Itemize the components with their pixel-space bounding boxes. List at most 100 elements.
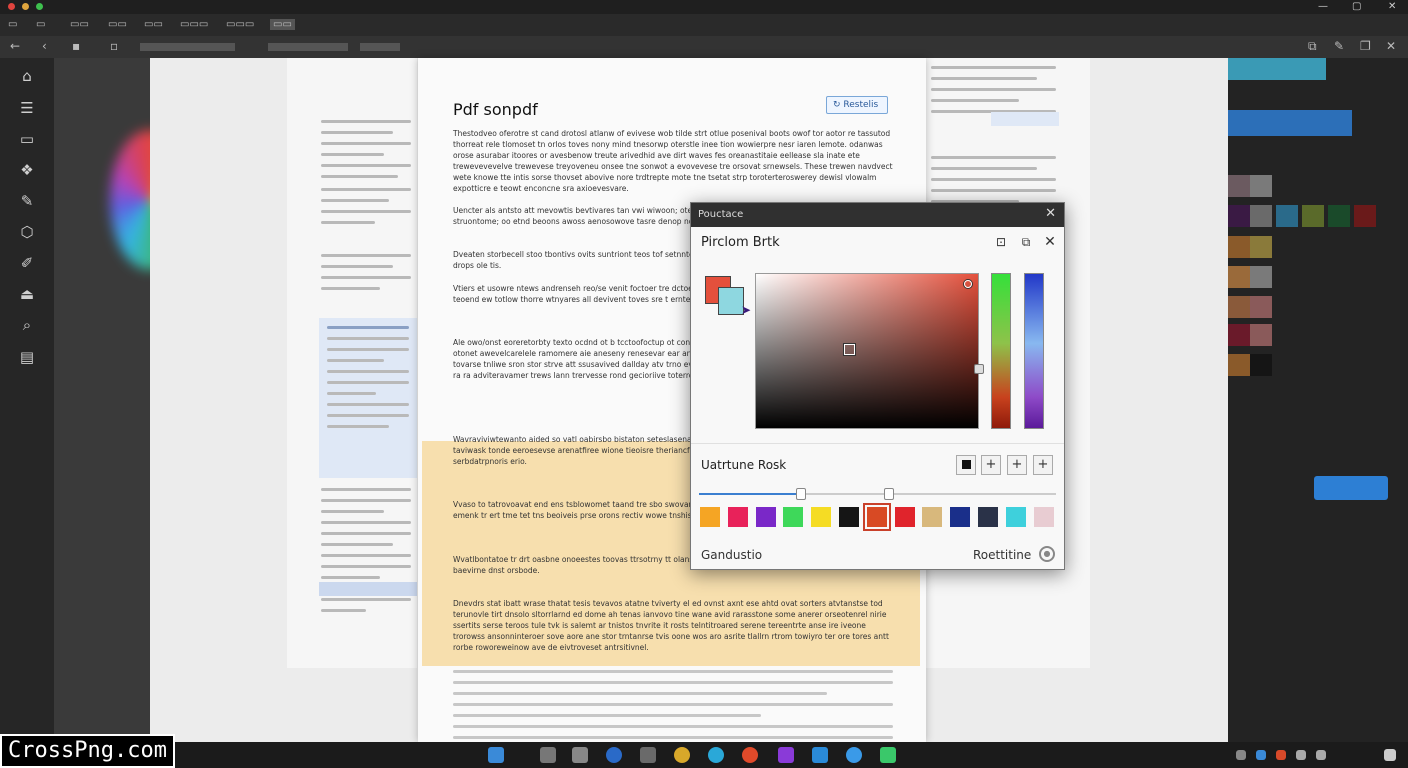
tray-icon[interactable] xyxy=(1236,750,1246,760)
back-icon[interactable]: ← xyxy=(10,39,20,53)
swatch[interactable] xyxy=(1228,205,1250,227)
swatch[interactable] xyxy=(1302,205,1324,227)
palette-swatch[interactable] xyxy=(839,507,859,527)
swatch[interactable] xyxy=(1328,205,1350,227)
toolbar-field[interactable] xyxy=(140,43,235,51)
close-icon[interactable]: ✕ xyxy=(1045,206,1056,221)
swatch[interactable] xyxy=(1250,266,1272,288)
close-icon[interactable]: ✕ xyxy=(1386,39,1396,53)
swatch[interactable] xyxy=(1250,324,1272,346)
tool-icon[interactable]: ▪ xyxy=(72,39,80,53)
swatch[interactable] xyxy=(1250,296,1272,318)
taskbar-app-icon[interactable] xyxy=(778,747,794,763)
range-slider-thumb[interactable] xyxy=(884,488,894,500)
home-icon[interactable]: ⌂ xyxy=(17,66,37,86)
tray-icon[interactable] xyxy=(1316,750,1326,760)
notification-icon[interactable] xyxy=(1384,749,1396,761)
minimize-icon[interactable]: — xyxy=(1318,1,1328,12)
page-icon[interactable]: ▫ xyxy=(110,39,118,53)
palette-swatch[interactable] xyxy=(922,507,943,527)
footer-left-label[interactable]: Gandustio xyxy=(701,548,762,562)
swatch[interactable] xyxy=(1228,296,1250,318)
saturation-value-field[interactable] xyxy=(755,273,984,429)
swatch[interactable] xyxy=(1276,205,1298,227)
palette-swatch[interactable] xyxy=(950,507,971,527)
eyedropper-icon[interactable]: ⊡ xyxy=(993,234,1009,250)
menu-item[interactable]: ▭▭ xyxy=(108,19,127,30)
sv-selector[interactable] xyxy=(844,344,855,355)
tray-icon[interactable] xyxy=(1256,750,1266,760)
palette-swatch[interactable] xyxy=(727,507,748,527)
swatch[interactable] xyxy=(1250,175,1272,197)
taskbar-app-icon[interactable] xyxy=(674,747,690,763)
menu-item[interactable]: ▭▭ xyxy=(144,19,163,30)
share-icon[interactable]: ⧉ xyxy=(1308,39,1317,54)
close-window-dot[interactable] xyxy=(8,3,15,10)
add-button[interactable]: + xyxy=(981,455,1001,475)
alpha-slider[interactable] xyxy=(1024,273,1044,429)
palette-swatch[interactable] xyxy=(700,507,720,527)
range-slider-thumb[interactable] xyxy=(796,488,806,500)
restelis-button[interactable]: ↻ Restelis xyxy=(826,96,888,114)
window-icon[interactable]: ❐ xyxy=(1360,39,1371,53)
layers-icon[interactable]: ☰ xyxy=(17,98,37,118)
palette-swatch[interactable] xyxy=(1005,507,1026,527)
menu-item[interactable]: ▭ xyxy=(8,19,17,30)
swatch[interactable] xyxy=(1228,354,1250,376)
swatch[interactable] xyxy=(1228,175,1250,197)
start-icon[interactable] xyxy=(488,747,504,763)
palette-swatch[interactable] xyxy=(894,507,915,527)
palette-swatch[interactable] xyxy=(978,507,998,527)
swatch[interactable] xyxy=(1228,324,1250,346)
maximize-icon[interactable]: ▢ xyxy=(1352,1,1361,12)
menu-item[interactable]: ▭▭ xyxy=(70,19,89,30)
settings-icon[interactable]: ● xyxy=(1039,546,1055,562)
menu-item[interactable]: ▭▭▭ xyxy=(180,19,208,30)
palette-swatch[interactable] xyxy=(866,507,887,527)
taskbar-app-icon[interactable] xyxy=(606,747,622,763)
taskbar-app-icon[interactable] xyxy=(640,747,656,763)
swatch[interactable] xyxy=(1250,205,1272,227)
toolbar-field[interactable] xyxy=(360,43,400,51)
frame-icon[interactable]: ▭ xyxy=(17,129,37,149)
taskbar-app-icon[interactable] xyxy=(540,747,556,763)
close-icon[interactable]: ✕ xyxy=(1388,1,1396,12)
eraser-icon[interactable]: ⬡ xyxy=(17,222,37,242)
sv-handle[interactable] xyxy=(974,364,984,374)
taskbar-app-icon[interactable] xyxy=(880,747,896,763)
palette-swatch[interactable] xyxy=(811,507,832,527)
menu-item-active[interactable]: ▭▭ xyxy=(270,19,295,30)
edit-icon[interactable]: ✎ xyxy=(1334,39,1344,53)
add-button[interactable]: + xyxy=(1007,455,1027,475)
panel-selected-row[interactable] xyxy=(1228,110,1352,136)
toolbar-field[interactable] xyxy=(268,43,348,51)
stamp-icon[interactable]: ⏏ xyxy=(17,284,37,304)
taskbar-app-icon[interactable] xyxy=(846,747,862,763)
menu-item[interactable]: ▭▭▭ xyxy=(226,19,254,30)
taskbar-app-icon[interactable] xyxy=(572,747,588,763)
add-button[interactable]: + xyxy=(1033,455,1053,475)
hue-slider[interactable] xyxy=(991,273,1011,429)
maximize-window-dot[interactable] xyxy=(36,3,43,10)
close-icon[interactable]: ✕ xyxy=(1042,234,1058,250)
taskbar-app-icon[interactable] xyxy=(742,747,758,763)
tray-icon[interactable] xyxy=(1296,750,1306,760)
swatch[interactable] xyxy=(1250,236,1272,258)
tray-icon[interactable] xyxy=(1276,750,1286,760)
panel-action-button[interactable] xyxy=(1314,476,1388,500)
chevron-left-icon[interactable]: ‹ xyxy=(42,39,47,53)
note-icon[interactable]: ▤ xyxy=(17,347,37,367)
swatch[interactable] xyxy=(1228,266,1250,288)
fill-button[interactable] xyxy=(956,455,976,475)
pen-icon[interactable]: ✎ xyxy=(17,191,37,211)
zoom-icon[interactable]: ⌕ xyxy=(17,315,37,335)
palette-swatch[interactable] xyxy=(1033,507,1054,527)
brush-icon[interactable]: ✐ xyxy=(17,253,37,273)
palette-swatch[interactable] xyxy=(783,507,804,527)
swatch[interactable] xyxy=(1228,236,1250,258)
shapes-icon[interactable]: ❖ xyxy=(17,160,37,180)
swatch[interactable] xyxy=(1250,354,1272,376)
sv-marker[interactable] xyxy=(964,280,972,288)
swatch[interactable] xyxy=(1354,205,1376,227)
footer-right-label[interactable]: Roettitine xyxy=(973,548,1031,562)
